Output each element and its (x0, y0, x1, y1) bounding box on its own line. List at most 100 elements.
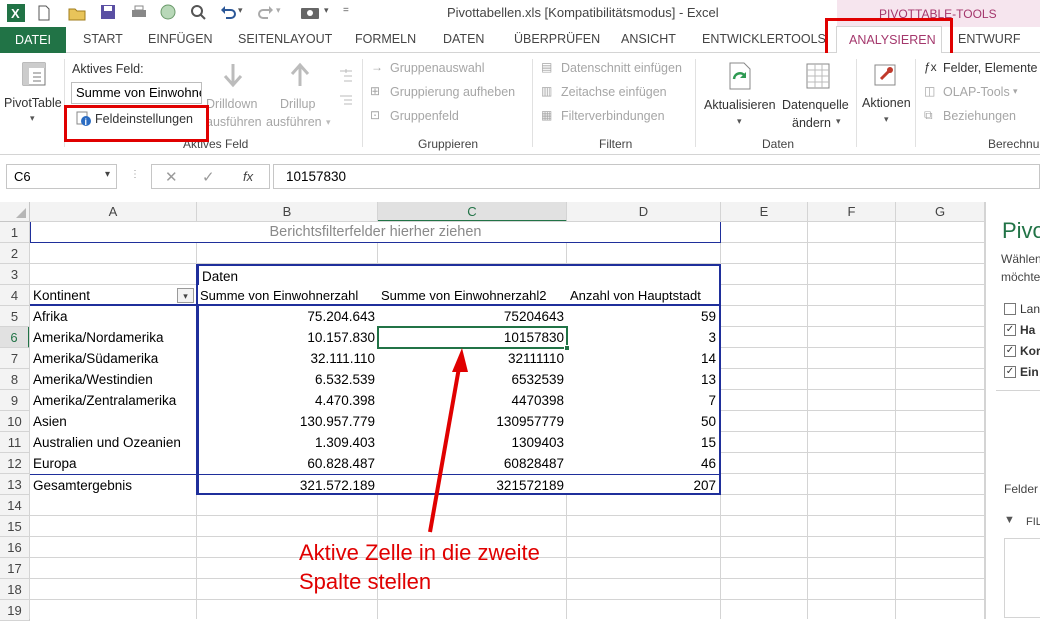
row-label-filter-dropdown-icon[interactable]: ▾ (177, 288, 194, 303)
pivot-value-c[interactable]: 60828487 (378, 453, 567, 474)
refresh-dropdown-icon[interactable]: ▾ (737, 116, 742, 127)
pivot-value-b[interactable]: 321.572.189 (197, 474, 378, 495)
tab-insert[interactable]: EINFÜGEN (148, 32, 213, 46)
pivot-value-b[interactable]: 32.111.110 (197, 348, 378, 369)
pivot-value-d[interactable]: 13 (567, 369, 721, 390)
pivot-value-b[interactable]: 6.532.539 (197, 369, 378, 390)
expand-field-icon[interactable] (338, 67, 354, 87)
pivot-value-d[interactable]: 207 (567, 474, 721, 495)
drilldown-icon[interactable] (220, 62, 246, 90)
pivot-value-d[interactable]: 14 (567, 348, 721, 369)
tab-start[interactable]: START (83, 32, 123, 46)
pivot-row-label[interactable]: Europa (30, 453, 197, 474)
change-source-line2[interactable]: ändern (792, 116, 831, 130)
pane-field-item[interactable]: Lan (1004, 301, 1040, 316)
enter-check-icon[interactable]: ✓ (202, 168, 215, 186)
redo-icon[interactable] (258, 4, 274, 20)
pivottable-button[interactable]: PivotTable (4, 96, 62, 110)
insert-slicer-button[interactable]: Datenschnitt einfügen (561, 61, 682, 75)
value-header-d[interactable]: Anzahl von Hauptstadt (567, 285, 721, 306)
pivot-value-c[interactable]: 4470398 (378, 390, 567, 411)
ungroup-button[interactable]: Gruppierung aufheben (390, 85, 515, 99)
undo-icon[interactable] (220, 4, 236, 20)
tab-file[interactable]: DATEI (0, 27, 66, 53)
relationships-button[interactable]: Beziehungen (943, 109, 1016, 123)
tab-page-layout[interactable]: SEITENLAYOUT (238, 32, 332, 46)
print-preview-icon[interactable] (130, 4, 148, 21)
tab-data[interactable]: DATEN (443, 32, 484, 46)
pivot-value-c[interactable]: 10157830 (378, 327, 567, 348)
group-field-button[interactable]: Gruppenfeld (390, 109, 459, 123)
pivot-value-d[interactable]: 50 (567, 411, 721, 432)
pivot-value-d[interactable]: 59 (567, 306, 721, 327)
refresh-icon[interactable] (726, 61, 754, 91)
pivot-row-label[interactable]: Afrika (30, 306, 197, 327)
pivot-value-b[interactable]: 10.157.830 (197, 327, 378, 348)
cancel-icon[interactable]: ✕ (165, 168, 178, 186)
pane-field-checkbox[interactable] (1004, 302, 1016, 315)
pivot-row-label[interactable]: Gesamtergebnis (30, 474, 197, 495)
actions-dropdown-icon[interactable]: ▾ (884, 114, 889, 125)
formula-input[interactable]: 10157830 (273, 164, 1040, 189)
pivot-row-label-header[interactable]: Kontinent (30, 285, 197, 306)
tab-view[interactable]: ANSICHT (621, 32, 676, 46)
pivot-value-b[interactable]: 60.828.487 (197, 453, 378, 474)
insert-timeline-button[interactable]: Zeitachse einfügen (561, 85, 667, 99)
change-source-line1[interactable]: Datenquelle (782, 98, 849, 112)
pivot-row-label[interactable]: Asien (30, 411, 197, 432)
open-folder-icon[interactable] (68, 5, 86, 21)
pivot-value-d[interactable]: 3 (567, 327, 721, 348)
pivot-value-c[interactable]: 75204643 (378, 306, 567, 327)
tab-developer[interactable]: ENTWICKLERTOOLS (702, 32, 826, 46)
tab-review[interactable]: ÜBERPRÜFEN (514, 32, 600, 46)
pane-field-item[interactable]: ✓ Ha (1004, 322, 1035, 337)
report-filter-hint[interactable]: Berichtsfilterfelder hierher ziehen (30, 222, 721, 243)
pivot-value-c[interactable]: 130957779 (378, 411, 567, 432)
insert-function-icon[interactable]: fx (243, 169, 253, 184)
pivot-row-label[interactable]: Amerika/Südamerika (30, 348, 197, 369)
camera-dropdown-icon[interactable]: ▾ (324, 5, 329, 16)
pane-field-checkbox[interactable]: ✓ (1004, 365, 1016, 378)
pivot-row-label[interactable]: Amerika/Westindien (30, 369, 197, 390)
spelling-check-icon[interactable] (190, 4, 207, 21)
pivot-data-header[interactable]: Daten (197, 264, 721, 286)
pane-field-checkbox[interactable]: ✓ (1004, 344, 1016, 357)
pivot-value-c[interactable]: 1309403 (378, 432, 567, 453)
pivot-value-b[interactable]: 75.204.643 (197, 306, 378, 327)
pivot-row-label[interactable]: Amerika/Nordamerika (30, 327, 197, 348)
olap-tools-button[interactable]: OLAP-Tools (943, 85, 1010, 99)
pivot-value-d[interactable]: 7 (567, 390, 721, 411)
pivot-value-b[interactable]: 1.309.403 (197, 432, 378, 453)
circle-icon[interactable] (160, 4, 177, 21)
pivot-value-d[interactable]: 46 (567, 453, 721, 474)
pane-field-item[interactable]: ✓ Kor (1004, 343, 1040, 358)
value-header-b[interactable]: Summe von Einwohnerzahl (197, 285, 378, 306)
change-source-dropdown-icon[interactable]: ▾ (836, 116, 841, 127)
pivot-value-d[interactable]: 15 (567, 432, 721, 453)
collapse-field-icon[interactable] (338, 93, 354, 107)
actions-icon[interactable] (873, 63, 901, 89)
pivot-value-c[interactable]: 321572189 (378, 474, 567, 495)
pivot-value-b[interactable]: 4.470.398 (197, 390, 378, 411)
customize-toolbar-icon[interactable]: = (343, 5, 349, 16)
drillup-icon[interactable] (287, 62, 313, 90)
filter-connections-button[interactable]: Filterverbindungen (561, 109, 665, 123)
undo-dropdown-icon[interactable]: ▾ (238, 5, 243, 16)
pivot-value-c[interactable]: 32111110 (378, 348, 567, 369)
save-icon[interactable] (100, 4, 116, 20)
pivot-value-c[interactable]: 6532539 (378, 369, 567, 390)
camera-icon[interactable] (300, 5, 320, 20)
actions-button[interactable]: Aktionen (862, 96, 911, 110)
new-file-icon[interactable] (36, 5, 52, 21)
name-box-dropdown-icon[interactable]: ▾ (105, 169, 110, 180)
name-box[interactable]: C6 ▾ (6, 164, 117, 189)
tab-design[interactable]: ENTWURF (958, 32, 1021, 46)
pane-field-checkbox[interactable]: ✓ (1004, 323, 1016, 336)
pivottable-dropdown-icon[interactable]: ▾ (30, 113, 35, 124)
group-selection-button[interactable]: Gruppenauswahl (390, 61, 485, 75)
pivottable-icon[interactable] (21, 61, 47, 87)
fields-items-button[interactable]: Felder, Elemente (943, 61, 1038, 75)
redo-dropdown-icon[interactable]: ▾ (276, 5, 281, 16)
pivot-value-b[interactable]: 130.957.779 (197, 411, 378, 432)
refresh-button[interactable]: Aktualisieren (704, 98, 776, 112)
